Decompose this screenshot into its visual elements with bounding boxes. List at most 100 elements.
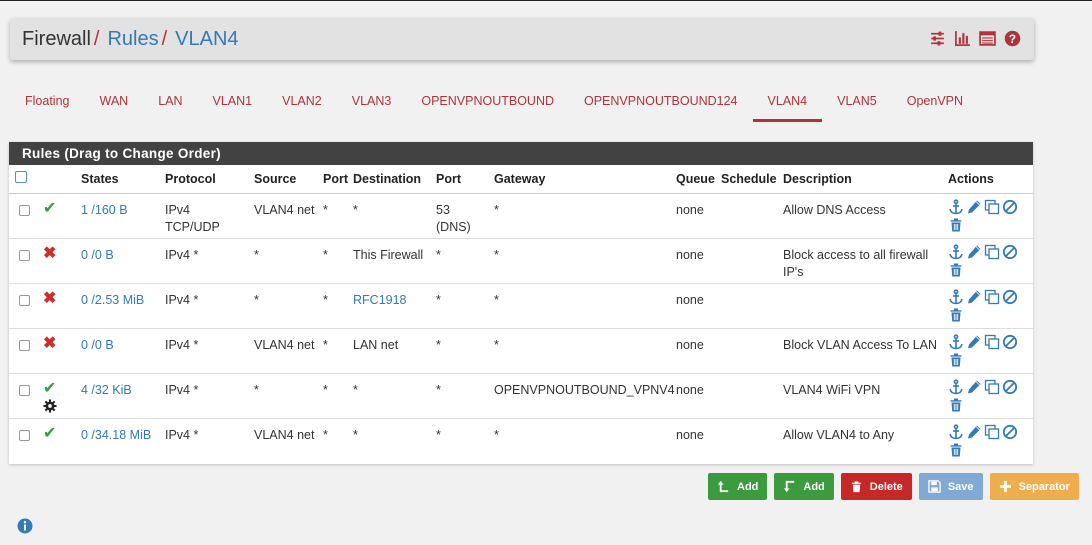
- anchor-icon[interactable]: [948, 333, 964, 350]
- pencil-icon[interactable]: [966, 379, 982, 395]
- table-icon[interactable]: [979, 30, 996, 47]
- description-cell: [779, 282, 944, 328]
- table-row[interactable]: ✖ 0 /0 B IPv4 * VLAN4 net * LAN net * * none Bloc…: [9, 327, 1033, 373]
- add-top-button[interactable]: Add: [708, 473, 768, 500]
- disable-icon[interactable]: [1002, 244, 1018, 260]
- anchor-icon[interactable]: [948, 243, 964, 260]
- breadcrumb-rules-link[interactable]: Rules: [107, 28, 158, 51]
- copy-icon[interactable]: [984, 424, 1000, 440]
- copy-icon[interactable]: [984, 244, 1000, 260]
- tab-openvpnoutbound[interactable]: OPENVPNOUTBOUND: [406, 82, 569, 122]
- save-icon: [928, 480, 941, 493]
- gateway-cell: *: [490, 192, 672, 238]
- tab-lan[interactable]: LAN: [143, 82, 197, 122]
- trash-icon[interactable]: [948, 217, 964, 233]
- protocol-cell: IPv4 *: [161, 417, 250, 463]
- trash-icon[interactable]: [948, 352, 964, 368]
- row-checkbox[interactable]: [19, 339, 30, 351]
- destination-cell[interactable]: RFC1918: [353, 293, 407, 307]
- tab-vlan3[interactable]: VLAN3: [337, 82, 407, 122]
- info-icon[interactable]: [17, 518, 33, 534]
- rules-panel: Rules (Drag to Change Order) States Prot…: [9, 142, 1033, 464]
- pencil-icon[interactable]: [966, 199, 982, 215]
- tab-wan[interactable]: WAN: [84, 82, 143, 122]
- col-protocol: Protocol: [165, 171, 216, 186]
- description-cell: VLAN4 WiFi VPN: [779, 372, 944, 418]
- row-checkbox[interactable]: [19, 294, 30, 306]
- table-row[interactable]: ✖ 0 /2.53 MiB IPv4 * * * RFC1918 * * none: [9, 282, 1033, 328]
- help-icon[interactable]: ?: [1004, 30, 1021, 47]
- anchor-icon[interactable]: [948, 288, 964, 305]
- copy-icon[interactable]: [984, 289, 1000, 305]
- disable-icon[interactable]: [1002, 289, 1018, 305]
- table-row[interactable]: ✔ 0 /34.18 MiB IPv4 * VLAN4 net * * * * none Allo…: [9, 417, 1033, 463]
- disable-icon[interactable]: [1002, 199, 1018, 215]
- row-checkbox[interactable]: [19, 204, 30, 216]
- col-port: Port: [323, 171, 348, 186]
- col-destination: Destination: [353, 171, 422, 186]
- trash-icon[interactable]: [948, 442, 964, 458]
- col-dport: Port: [436, 171, 461, 186]
- tab-vlan2[interactable]: VLAN2: [267, 82, 337, 122]
- states-link[interactable]: 0 /0 B: [81, 248, 114, 262]
- bar-chart-icon[interactable]: [954, 30, 971, 47]
- save-button[interactable]: Save: [918, 473, 983, 500]
- copy-icon[interactable]: [984, 199, 1000, 215]
- col-source: Source: [254, 171, 297, 186]
- protocol-cell: IPv4 *: [161, 237, 250, 283]
- pencil-icon[interactable]: [966, 334, 982, 350]
- button-bar: Add Add Delete Save Separator: [708, 473, 1079, 500]
- select-all-checkbox[interactable]: [15, 171, 27, 184]
- delete-button[interactable]: Delete: [840, 473, 912, 500]
- states-link[interactable]: 1 /160 B: [81, 203, 128, 217]
- destination-cell: This Firewall: [353, 247, 424, 262]
- trash-icon[interactable]: [948, 397, 964, 413]
- copy-icon[interactable]: [984, 334, 1000, 350]
- source-cell: *: [250, 237, 319, 283]
- row-checkbox[interactable]: [19, 429, 30, 441]
- copy-icon[interactable]: [984, 379, 1000, 395]
- tab-vlan5[interactable]: VLAN5: [822, 82, 892, 122]
- disable-icon[interactable]: [1002, 379, 1018, 395]
- pencil-icon[interactable]: [966, 289, 982, 305]
- states-link[interactable]: 0 /2.53 MiB: [81, 293, 144, 307]
- row-checkbox[interactable]: [19, 249, 30, 261]
- disable-icon[interactable]: [1002, 424, 1018, 440]
- states-link[interactable]: 0 /34.18 MiB: [81, 428, 151, 442]
- col-status: [39, 165, 77, 193]
- separator-button[interactable]: Separator: [989, 473, 1079, 500]
- protocol-cell: IPv4 *: [161, 372, 250, 418]
- sliders-icon[interactable]: [929, 30, 946, 47]
- table-row[interactable]: ✖ 0 /0 B IPv4 * * * This Firewall * * none Block …: [9, 237, 1033, 283]
- tab-vlan4[interactable]: VLAN4: [752, 82, 823, 122]
- table-row[interactable]: ✔ 1 /160 B IPv4 TCP/UDP VLAN4 net * * 53 (DNS)…: [9, 192, 1033, 238]
- pencil-icon[interactable]: [966, 424, 982, 440]
- states-link[interactable]: 4 /32 KiB: [81, 383, 132, 397]
- queue-cell: none: [672, 237, 717, 283]
- tab-openvpn[interactable]: OpenVPN: [892, 82, 978, 122]
- plus-icon: [999, 480, 1011, 493]
- anchor-icon[interactable]: [948, 378, 964, 395]
- states-link[interactable]: 0 /0 B: [81, 338, 114, 352]
- anchor-icon[interactable]: [948, 198, 964, 215]
- trash-icon[interactable]: [948, 262, 964, 278]
- tab-floating[interactable]: Floating: [10, 82, 84, 122]
- block-icon: ✖: [43, 334, 57, 352]
- pencil-icon[interactable]: [966, 244, 982, 260]
- add-bottom-label: Add: [803, 480, 825, 493]
- disable-icon[interactable]: [1002, 334, 1018, 350]
- breadcrumb-separator: /: [93, 27, 100, 50]
- anchor-icon[interactable]: [948, 423, 964, 440]
- tab-vlan1[interactable]: VLAN1: [198, 82, 268, 122]
- breadcrumb-current[interactable]: VLAN4: [175, 28, 238, 51]
- dest-port-cell: *: [432, 282, 490, 328]
- add-bottom-button[interactable]: Add: [774, 473, 834, 500]
- tab-openvpnoutbound124[interactable]: OPENVPNOUTBOUND124: [569, 82, 753, 122]
- source-port-cell: *: [319, 192, 349, 238]
- col-schedule: Schedule: [721, 171, 777, 186]
- trash-icon[interactable]: [948, 307, 964, 323]
- table-row[interactable]: ✔ 4 /32 KiB IPv4 * * * * * OPENVPNOUTBOUND_VPNV…: [9, 372, 1033, 418]
- source-port-cell: *: [319, 372, 349, 418]
- row-checkbox[interactable]: [19, 384, 30, 396]
- gateway-cell: *: [490, 237, 672, 283]
